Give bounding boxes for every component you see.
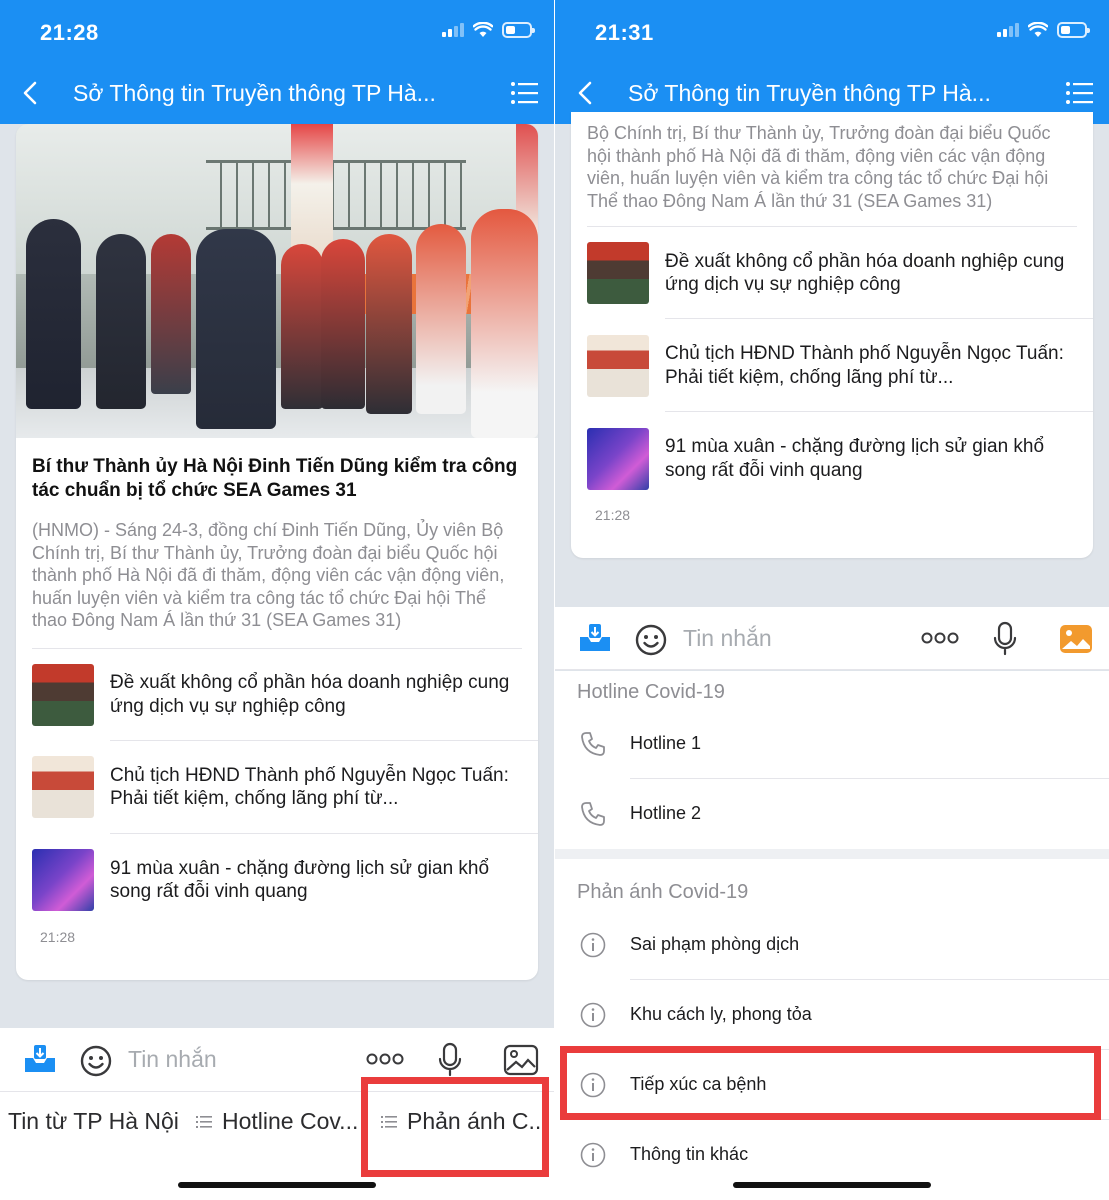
back-arrow-icon[interactable] [18,80,42,106]
news-card[interactable]: Bí thư Thành ủy Hà Nội Đinh Tiến Dũng ki… [16,124,538,980]
menu-item-hotline-1[interactable]: Hotline 1 [555,709,1109,779]
status-bar: 21:28 [0,0,554,62]
battery-icon [1057,22,1090,38]
status-icons [442,22,535,38]
inbox-download-icon[interactable] [577,623,613,655]
screen-right: 21:31 Sở Thông tin Truyền thông TP Hà...… [555,0,1109,1200]
status-icons [997,22,1090,38]
info-icon [580,1002,606,1028]
back-arrow-icon[interactable] [573,80,597,106]
menu-item-label: Hotline 2 [630,803,702,823]
home-indicator [178,1182,376,1188]
news-title: Đề xuất không cổ phần hóa doanh nghiệp c… [665,250,1065,296]
info-icon [580,932,606,958]
news-thumbnail [32,663,94,726]
highlight-box [361,1077,549,1177]
news-title: Chủ tịch HĐND Thành phố Nguyễn Ngọc Tuấn… [665,343,1064,388]
message-timestamp: 21:28 [40,928,76,945]
highlight-box [560,1046,1101,1120]
menu-sheet: Hotline Covid-19 Hotline 1 Hotline 2 Phả… [555,671,1109,1200]
section-header: Phản ánh Covid-19 [577,881,749,903]
news-thumbnail [32,756,94,818]
news-title: Đề xuất không cổ phần hóa doanh nghiệp c… [110,672,510,717]
emoji-icon[interactable] [634,623,668,657]
nav-title: Sở Thông tin Truyền thông TP Hà... [628,80,991,106]
menu-item-label: Thông tin khác [630,1144,749,1164]
article-hero-image[interactable] [16,124,538,438]
menu-tab-label: Tin từ TP Hà Nội [8,1108,179,1134]
home-indicator [733,1182,931,1188]
nav-title: Sở Thông tin Truyền thông TP Hà... [73,80,436,106]
news-title: 91 mùa xuân - chặng đường lịch sử gian k… [110,857,490,903]
cellular-signal-icon [997,23,1019,37]
menu-tab-hotline[interactable]: Hotline Cov... [196,1108,358,1135]
more-dots-icon[interactable] [366,1052,404,1066]
news-card[interactable]: Bộ Chính trị, Bí thư Thành ủy, Trưởng đo… [571,112,1093,558]
status-time: 21:31 [595,20,654,45]
menu-item-label: Sai phạm phòng dịch [630,934,800,954]
menu-item-thong-tin-khac[interactable]: Thông tin khác [555,1120,1109,1190]
wifi-icon [473,22,493,37]
list-menu-icon[interactable] [510,81,538,105]
microphone-icon[interactable] [992,621,1018,657]
battery-icon [502,22,535,38]
menu-item-khu-cach-ly[interactable]: Khu cách ly, phong tỏa [555,980,1109,1050]
news-thumbnail [587,427,649,490]
menu-tab-tin-tu-tp[interactable]: Tin từ TP Hà Nội [8,1108,179,1135]
message-timestamp: 21:28 [595,507,631,523]
article-summary: Bộ Chính trị, Bí thư Thành ủy, Trưởng đo… [587,123,1051,211]
message-input[interactable]: Tin nhắn [683,625,772,652]
list-item[interactable]: Chủ tịch HĐND Thành phố Nguyễn Ngọc Tuấn… [587,318,1093,412]
wifi-icon [1028,22,1048,37]
article-headline[interactable]: Bí thư Thành ủy Hà Nội Đinh Tiến Dũng ki… [32,438,522,503]
microphone-icon[interactable] [437,1042,463,1078]
message-input-bar: Tin nhắn [555,607,1109,670]
status-bar: 21:31 [555,0,1109,62]
article-summary: (HNMO) - Sáng 24-3, đồng chí Đinh Tiến D… [32,520,505,630]
inbox-download-icon[interactable] [22,1044,58,1076]
menu-item-label: Khu cách ly, phong tỏa [630,1004,812,1024]
list-item[interactable]: 91 mùa xuân - chặng đường lịch sử gian k… [32,832,538,927]
list-menu-icon[interactable] [1065,81,1093,105]
message-input[interactable]: Tin nhắn [128,1046,217,1073]
image-icon[interactable] [1058,623,1094,655]
emoji-icon[interactable] [79,1044,113,1078]
news-thumbnail [587,334,649,397]
phone-icon [581,802,605,826]
menu-item-label: Hotline 1 [630,733,702,753]
list-item[interactable]: Đề xuất không cổ phần hóa doanh nghiệp c… [587,226,1077,319]
menu-item-sai-pham[interactable]: Sai phạm phòng dịch [555,910,1109,980]
menu-tab-label: Hotline Cov... [222,1108,359,1134]
list-item[interactable]: 91 mùa xuân - chặng đường lịch sử gian k… [587,411,1093,505]
section-header: Hotline Covid-19 [577,681,725,703]
nav-bar: Sở Thông tin Truyền thông TP Hà... [0,62,554,124]
phone-icon [581,732,605,756]
list-item[interactable]: Đề xuất không cổ phần hóa doanh nghiệp c… [32,647,522,741]
more-dots-icon[interactable] [921,631,959,645]
info-icon [580,1142,606,1168]
news-title: 91 mùa xuân - chặng đường lịch sử gian k… [665,436,1045,481]
menu-item-hotline-2[interactable]: Hotline 2 [555,779,1109,849]
screen-left: 21:28 Sở Thông tin Truyền thông TP Hà... [0,0,554,1200]
news-title: Chủ tịch HĐND Thành phố Nguyễn Ngọc Tuấn… [110,764,509,810]
news-thumbnail [587,242,649,304]
image-icon[interactable] [503,1044,539,1076]
cellular-signal-icon [442,23,464,37]
list-icon [196,1115,212,1128]
status-time: 21:28 [40,20,99,45]
section-gap [555,849,1109,859]
news-thumbnail [32,849,94,911]
list-item[interactable]: Chủ tịch HĐND Thành phố Nguyễn Ngọc Tuấn… [32,739,538,834]
